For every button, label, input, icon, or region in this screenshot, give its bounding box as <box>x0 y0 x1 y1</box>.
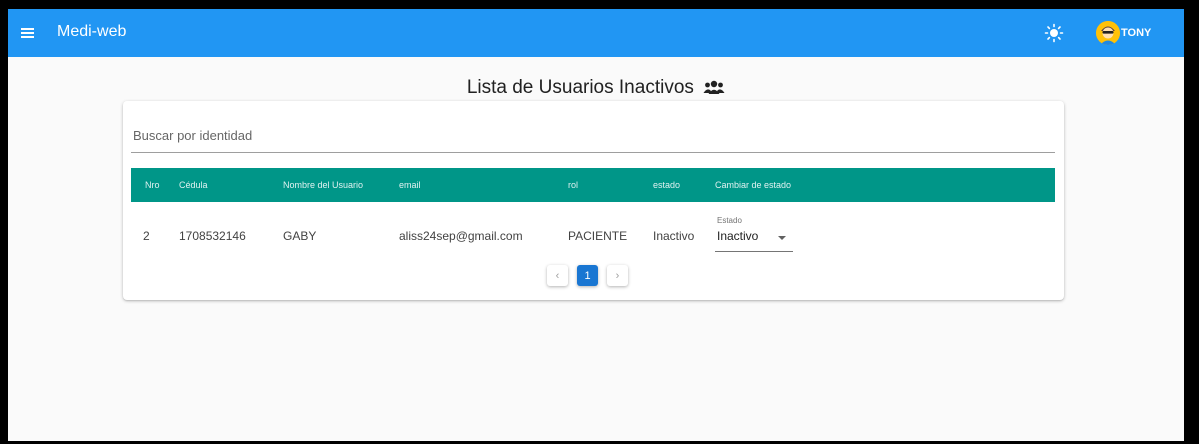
column-header-nro[interactable]: Nro <box>131 168 179 202</box>
column-header-cambiar-estado[interactable]: Cambiar de estado <box>715 168 1055 202</box>
pagination: ‹ 1 › <box>547 265 628 286</box>
cell-cambiar-estado: Estado Inactivo <box>715 202 1055 270</box>
cell-nombre: GABY <box>283 229 317 243</box>
column-header-email[interactable]: email <box>399 168 568 202</box>
cell-rol: PACIENTE <box>568 229 628 243</box>
cell-cedula: 1708532146 <box>179 229 246 243</box>
column-header-nombre[interactable]: Nombre del Usuario <box>283 168 399 202</box>
cell-nro: 2 <box>143 229 150 243</box>
estado-select[interactable]: Estado Inactivo <box>715 216 793 252</box>
users-icon <box>703 79 725 101</box>
table-header-row: Nro Cédula Nombre del Usuario email rol … <box>131 168 1055 202</box>
user-menu-button[interactable]: TONY <box>1096 21 1151 45</box>
page-title: Lista de Usuarios Inactivos <box>8 77 1184 101</box>
cell-email: aliss24sep@gmail.com <box>399 229 523 243</box>
next-page-button[interactable]: › <box>607 265 628 286</box>
users-card: Nro Cédula Nombre del Usuario email rol … <box>123 101 1064 300</box>
table-row: 2 1708532146 GABY aliss24sep@gmail.com P… <box>131 202 1055 270</box>
caret-down-icon <box>778 236 786 240</box>
app-window: Medi-web TONY Lista de Usuarios Inactivo… <box>8 9 1184 441</box>
page-button-1[interactable]: 1 <box>577 265 598 286</box>
estado-select-value: Inactivo <box>717 229 759 243</box>
user-name: TONY <box>1121 27 1152 39</box>
app-bar: Medi-web TONY <box>8 9 1184 57</box>
app-title[interactable]: Medi-web <box>57 23 126 41</box>
search-input[interactable] <box>131 118 1055 153</box>
column-header-rol[interactable]: rol <box>568 168 653 202</box>
menu-icon[interactable] <box>18 23 38 43</box>
estado-select-label: Estado <box>717 216 742 225</box>
column-header-estado[interactable]: estado <box>653 168 715 202</box>
avatar-icon <box>1096 21 1120 45</box>
sun-icon[interactable] <box>1044 23 1064 43</box>
prev-page-button[interactable]: ‹ <box>547 265 568 286</box>
column-header-cedula[interactable]: Cédula <box>179 168 283 202</box>
users-table: Nro Cédula Nombre del Usuario email rol … <box>131 168 1055 270</box>
page-title-text: Lista de Usuarios Inactivos <box>466 77 694 98</box>
cell-estado: Inactivo <box>653 229 695 243</box>
